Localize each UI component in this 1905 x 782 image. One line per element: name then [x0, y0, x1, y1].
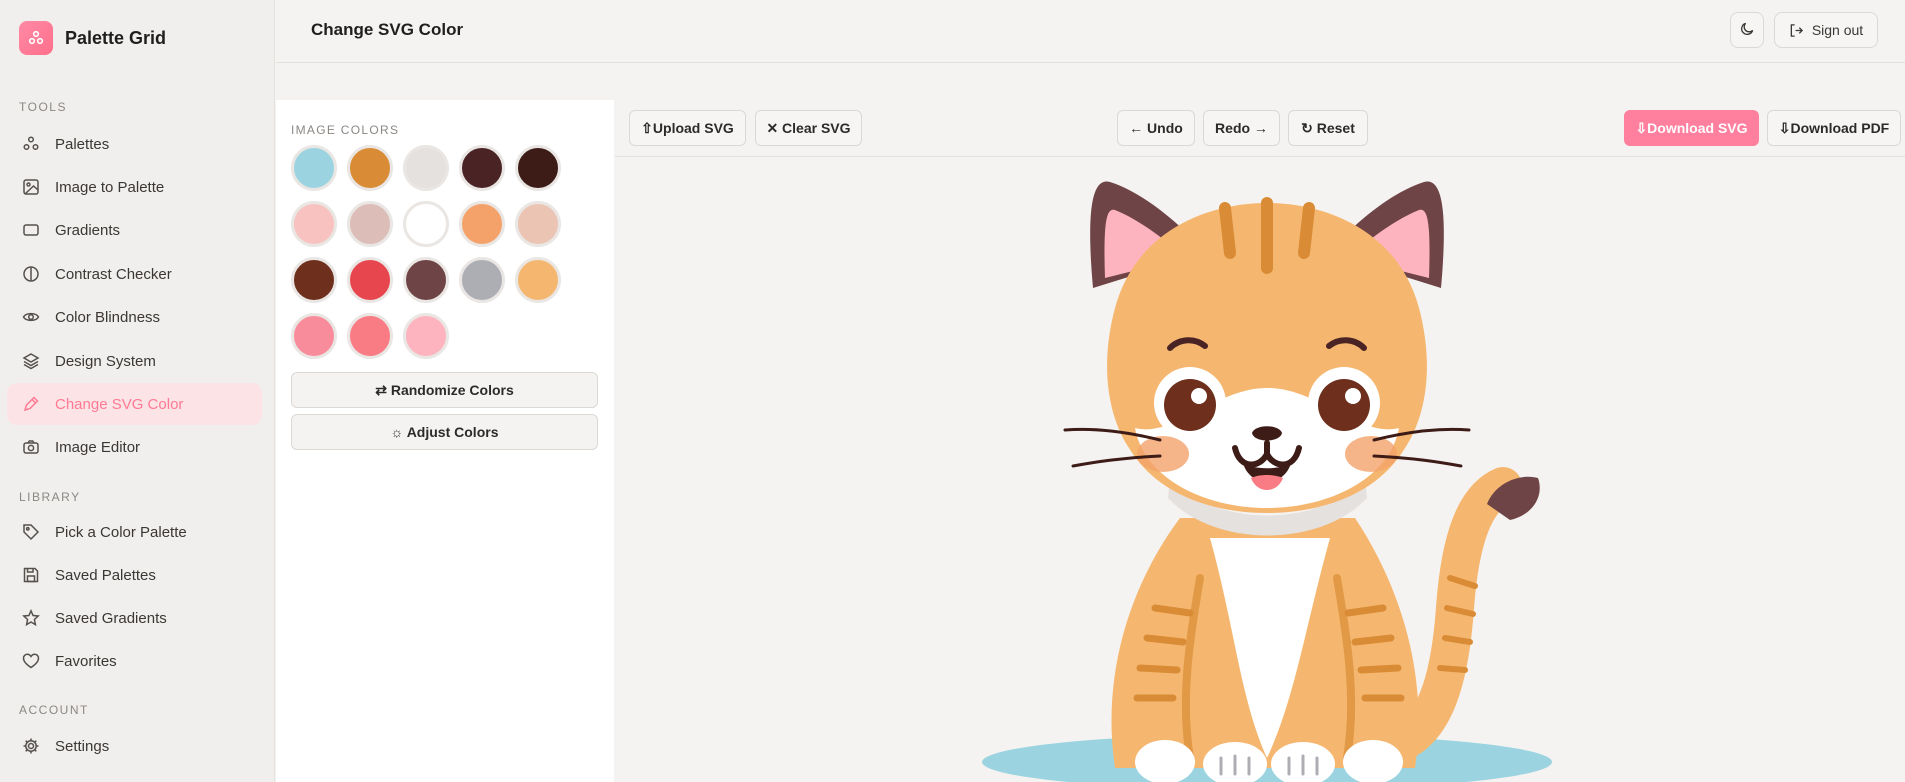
reset-button[interactable]: ↻ Reset [1288, 110, 1368, 146]
sign-out-label: Sign out [1811, 22, 1864, 38]
section-label-account: ACCOUNT [19, 703, 89, 717]
star-icon [21, 608, 41, 628]
adjust-colors-button[interactable]: ☼ Adjust Colors [291, 414, 598, 450]
sidebar-item-label: Image to Palette [55, 178, 165, 196]
palette-logo-icon [19, 21, 53, 55]
sidebar-item-label: Settings [55, 737, 110, 755]
palette-icon [21, 134, 41, 154]
color-swatch[interactable] [515, 201, 561, 247]
download-pdf-button[interactable]: ⇩Download PDF [1767, 110, 1901, 146]
color-swatch[interactable] [403, 145, 449, 191]
color-swatch[interactable] [347, 145, 393, 191]
tag-icon [21, 522, 41, 542]
sidebar-item-image-to-palette[interactable]: Image to Palette [7, 166, 262, 208]
sign-out-icon [1789, 23, 1804, 38]
top-header: Change SVG Color Sign out [276, 0, 1905, 63]
sidebar-item-pick-a-color-palette[interactable]: Pick a Color Palette [7, 511, 262, 553]
color-swatch[interactable] [291, 257, 337, 303]
sidebar-item-label: Palettes [55, 135, 110, 153]
color-swatch[interactable] [515, 145, 561, 191]
pen-icon [21, 394, 41, 414]
cat-illustration[interactable] [615, 158, 1905, 782]
image-icon [21, 177, 41, 197]
undo-button[interactable]: ← Undo [1117, 110, 1195, 146]
sidebar: Palette Grid TOOLS LIBRARY ACCOUNT Palet… [0, 0, 275, 782]
sidebar-item-palettes[interactable]: Palettes [7, 123, 262, 165]
download-svg-button[interactable]: ⇩Download SVG [1624, 110, 1759, 146]
sidebar-item-favorites[interactable]: Favorites [7, 640, 262, 682]
camera-icon [21, 437, 41, 457]
sidebar-item-contrast-checker[interactable]: Contrast Checker [7, 253, 262, 295]
page-title: Change SVG Color [311, 20, 464, 39]
color-swatch[interactable] [291, 145, 337, 191]
color-swatch[interactable] [515, 257, 561, 303]
color-swatch[interactable] [403, 257, 449, 303]
moon-icon [1740, 21, 1755, 39]
sidebar-item-saved-gradients[interactable]: Saved Gradients [7, 597, 262, 639]
sidebar-item-color-blindness[interactable]: Color Blindness [7, 296, 262, 338]
sidebar-item-saved-palettes[interactable]: Saved Palettes [7, 554, 262, 596]
image-colors-label: IMAGE COLORS [291, 123, 400, 137]
heart-icon [21, 651, 41, 671]
color-swatch[interactable] [459, 145, 505, 191]
sidebar-item-label: Saved Gradients [55, 609, 167, 627]
sidebar-item-label: Change SVG Color [55, 395, 184, 413]
svg-canvas[interactable] [615, 158, 1905, 782]
section-label-tools: TOOLS [19, 100, 67, 114]
sidebar-item-design-system[interactable]: Design System [7, 340, 262, 382]
app-root: Palette Grid TOOLS LIBRARY ACCOUNT Palet… [0, 0, 1905, 782]
sidebar-item-label: Gradients [55, 221, 121, 239]
gear-icon [21, 736, 41, 756]
image-colors-panel: IMAGE COLORS ⇄ Randomize Colors ☼ Adjust… [276, 100, 614, 782]
color-swatch[interactable] [291, 201, 337, 247]
sidebar-item-label: Pick a Color Palette [55, 523, 187, 541]
layers-icon [21, 351, 41, 371]
sign-out-button[interactable]: Sign out [1774, 12, 1878, 48]
save-icon [21, 565, 41, 585]
eye-icon [21, 307, 41, 327]
color-swatch[interactable] [347, 201, 393, 247]
sidebar-item-change-svg-color[interactable]: Change SVG Color [7, 383, 262, 425]
sidebar-item-label: Color Blindness [55, 308, 161, 326]
upload-svg-button[interactable]: ⇧Upload SVG [629, 110, 746, 146]
color-swatch[interactable] [459, 257, 505, 303]
sidebar-item-label: Favorites [55, 652, 117, 670]
app-name: Palette Grid [65, 27, 167, 48]
theme-toggle-button[interactable] [1730, 12, 1764, 48]
sidebar-item-label: Design System [55, 352, 156, 370]
sidebar-item-settings[interactable]: Settings [7, 725, 262, 767]
svg-toolbar: ⇧Upload SVG ✕ Clear SVG ← Undo Redo → ↻ … [615, 100, 1905, 157]
color-swatch[interactable] [291, 313, 337, 359]
clear-svg-button[interactable]: ✕ Clear SVG [755, 110, 862, 146]
color-swatch[interactable] [403, 313, 449, 359]
brand[interactable]: Palette Grid [19, 21, 166, 55]
sidebar-item-label: Saved Palettes [55, 566, 156, 584]
randomize-colors-button[interactable]: ⇄ Randomize Colors [291, 372, 598, 408]
color-swatch[interactable] [347, 313, 393, 359]
color-swatch[interactable] [459, 201, 505, 247]
color-swatch[interactable] [347, 257, 393, 303]
contrast-icon [21, 264, 41, 284]
sidebar-item-label: Contrast Checker [55, 265, 172, 283]
section-label-library: LIBRARY [19, 490, 81, 504]
sidebar-item-image-editor[interactable]: Image Editor [7, 426, 262, 468]
redo-button[interactable]: Redo → [1203, 110, 1280, 146]
sidebar-item-gradients[interactable]: Gradients [7, 209, 262, 251]
color-swatch[interactable] [403, 201, 449, 247]
rectangle-icon [21, 220, 41, 240]
sidebar-item-label: Image Editor [55, 438, 141, 456]
